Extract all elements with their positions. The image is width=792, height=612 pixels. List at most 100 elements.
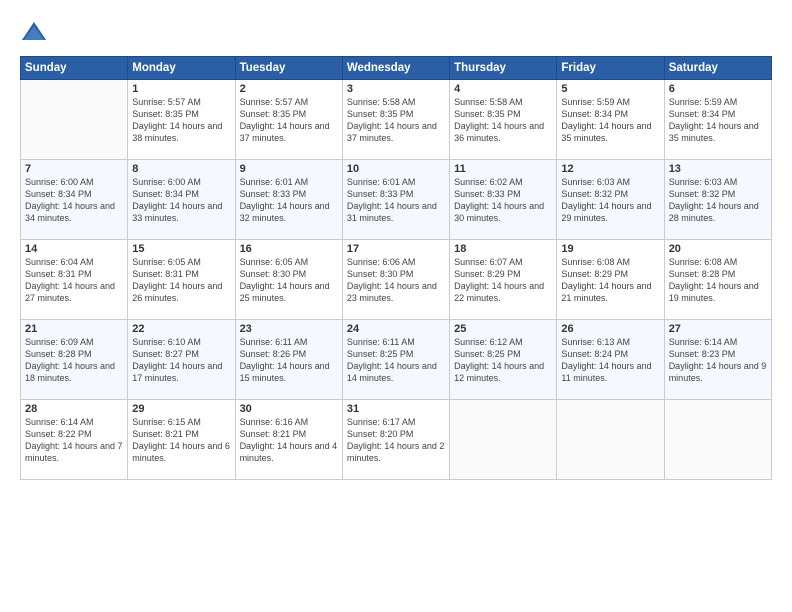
calendar-week-row: 28Sunrise: 6:14 AM Sunset: 8:22 PM Dayli… xyxy=(21,400,772,480)
calendar-cell: 18Sunrise: 6:07 AM Sunset: 8:29 PM Dayli… xyxy=(450,240,557,320)
weekday-header: Friday xyxy=(557,57,664,80)
calendar-week-row: 14Sunrise: 6:04 AM Sunset: 8:31 PM Dayli… xyxy=(21,240,772,320)
day-number: 24 xyxy=(347,323,445,335)
day-info: Sunrise: 5:58 AM Sunset: 8:35 PM Dayligh… xyxy=(347,96,445,145)
calendar-cell: 27Sunrise: 6:14 AM Sunset: 8:23 PM Dayli… xyxy=(664,320,771,400)
day-number: 27 xyxy=(669,323,767,335)
day-info: Sunrise: 6:05 AM Sunset: 8:30 PM Dayligh… xyxy=(240,256,338,305)
day-number: 10 xyxy=(347,163,445,175)
day-number: 3 xyxy=(347,83,445,95)
calendar-cell xyxy=(557,400,664,480)
calendar-cell: 14Sunrise: 6:04 AM Sunset: 8:31 PM Dayli… xyxy=(21,240,128,320)
calendar-cell: 12Sunrise: 6:03 AM Sunset: 8:32 PM Dayli… xyxy=(557,160,664,240)
day-info: Sunrise: 6:00 AM Sunset: 8:34 PM Dayligh… xyxy=(25,176,123,225)
calendar-week-row: 21Sunrise: 6:09 AM Sunset: 8:28 PM Dayli… xyxy=(21,320,772,400)
calendar-cell: 22Sunrise: 6:10 AM Sunset: 8:27 PM Dayli… xyxy=(128,320,235,400)
day-info: Sunrise: 6:00 AM Sunset: 8:34 PM Dayligh… xyxy=(132,176,230,225)
weekday-header-row: SundayMondayTuesdayWednesdayThursdayFrid… xyxy=(21,57,772,80)
day-number: 26 xyxy=(561,323,659,335)
day-info: Sunrise: 6:12 AM Sunset: 8:25 PM Dayligh… xyxy=(454,336,552,385)
calendar-cell: 10Sunrise: 6:01 AM Sunset: 8:33 PM Dayli… xyxy=(342,160,449,240)
calendar-cell: 4Sunrise: 5:58 AM Sunset: 8:35 PM Daylig… xyxy=(450,80,557,160)
calendar-cell: 11Sunrise: 6:02 AM Sunset: 8:33 PM Dayli… xyxy=(450,160,557,240)
calendar-cell xyxy=(21,80,128,160)
calendar-cell: 25Sunrise: 6:12 AM Sunset: 8:25 PM Dayli… xyxy=(450,320,557,400)
day-number: 5 xyxy=(561,83,659,95)
calendar-cell: 9Sunrise: 6:01 AM Sunset: 8:33 PM Daylig… xyxy=(235,160,342,240)
weekday-header: Thursday xyxy=(450,57,557,80)
day-number: 11 xyxy=(454,163,552,175)
day-info: Sunrise: 6:03 AM Sunset: 8:32 PM Dayligh… xyxy=(561,176,659,225)
day-number: 30 xyxy=(240,403,338,415)
day-number: 25 xyxy=(454,323,552,335)
calendar-cell xyxy=(664,400,771,480)
day-info: Sunrise: 6:08 AM Sunset: 8:29 PM Dayligh… xyxy=(561,256,659,305)
calendar-cell: 19Sunrise: 6:08 AM Sunset: 8:29 PM Dayli… xyxy=(557,240,664,320)
calendar-cell: 29Sunrise: 6:15 AM Sunset: 8:21 PM Dayli… xyxy=(128,400,235,480)
calendar-cell: 20Sunrise: 6:08 AM Sunset: 8:28 PM Dayli… xyxy=(664,240,771,320)
day-info: Sunrise: 6:04 AM Sunset: 8:31 PM Dayligh… xyxy=(25,256,123,305)
day-number: 7 xyxy=(25,163,123,175)
day-number: 29 xyxy=(132,403,230,415)
day-info: Sunrise: 6:07 AM Sunset: 8:29 PM Dayligh… xyxy=(454,256,552,305)
day-info: Sunrise: 6:06 AM Sunset: 8:30 PM Dayligh… xyxy=(347,256,445,305)
weekday-header: Wednesday xyxy=(342,57,449,80)
day-info: Sunrise: 5:59 AM Sunset: 8:34 PM Dayligh… xyxy=(561,96,659,145)
day-number: 20 xyxy=(669,243,767,255)
day-info: Sunrise: 6:14 AM Sunset: 8:22 PM Dayligh… xyxy=(25,416,123,465)
day-number: 2 xyxy=(240,83,338,95)
calendar-cell: 30Sunrise: 6:16 AM Sunset: 8:21 PM Dayli… xyxy=(235,400,342,480)
day-info: Sunrise: 6:08 AM Sunset: 8:28 PM Dayligh… xyxy=(669,256,767,305)
day-number: 1 xyxy=(132,83,230,95)
calendar-cell xyxy=(450,400,557,480)
page: SundayMondayTuesdayWednesdayThursdayFrid… xyxy=(0,0,792,612)
calendar-week-row: 7Sunrise: 6:00 AM Sunset: 8:34 PM Daylig… xyxy=(21,160,772,240)
calendar-cell: 15Sunrise: 6:05 AM Sunset: 8:31 PM Dayli… xyxy=(128,240,235,320)
calendar-cell: 5Sunrise: 5:59 AM Sunset: 8:34 PM Daylig… xyxy=(557,80,664,160)
day-info: Sunrise: 6:11 AM Sunset: 8:25 PM Dayligh… xyxy=(347,336,445,385)
day-info: Sunrise: 5:58 AM Sunset: 8:35 PM Dayligh… xyxy=(454,96,552,145)
day-number: 15 xyxy=(132,243,230,255)
calendar-cell: 3Sunrise: 5:58 AM Sunset: 8:35 PM Daylig… xyxy=(342,80,449,160)
day-info: Sunrise: 6:01 AM Sunset: 8:33 PM Dayligh… xyxy=(347,176,445,225)
calendar-cell: 1Sunrise: 5:57 AM Sunset: 8:35 PM Daylig… xyxy=(128,80,235,160)
day-number: 19 xyxy=(561,243,659,255)
weekday-header: Tuesday xyxy=(235,57,342,80)
weekday-header: Monday xyxy=(128,57,235,80)
day-number: 16 xyxy=(240,243,338,255)
calendar-cell: 7Sunrise: 6:00 AM Sunset: 8:34 PM Daylig… xyxy=(21,160,128,240)
day-info: Sunrise: 5:57 AM Sunset: 8:35 PM Dayligh… xyxy=(240,96,338,145)
day-info: Sunrise: 6:01 AM Sunset: 8:33 PM Dayligh… xyxy=(240,176,338,225)
day-number: 4 xyxy=(454,83,552,95)
day-number: 21 xyxy=(25,323,123,335)
day-info: Sunrise: 6:09 AM Sunset: 8:28 PM Dayligh… xyxy=(25,336,123,385)
calendar-week-row: 1Sunrise: 5:57 AM Sunset: 8:35 PM Daylig… xyxy=(21,80,772,160)
logo-icon xyxy=(20,18,48,46)
day-number: 12 xyxy=(561,163,659,175)
calendar-cell: 8Sunrise: 6:00 AM Sunset: 8:34 PM Daylig… xyxy=(128,160,235,240)
calendar-cell: 2Sunrise: 5:57 AM Sunset: 8:35 PM Daylig… xyxy=(235,80,342,160)
calendar-cell: 16Sunrise: 6:05 AM Sunset: 8:30 PM Dayli… xyxy=(235,240,342,320)
calendar-cell: 6Sunrise: 5:59 AM Sunset: 8:34 PM Daylig… xyxy=(664,80,771,160)
day-number: 28 xyxy=(25,403,123,415)
day-info: Sunrise: 5:57 AM Sunset: 8:35 PM Dayligh… xyxy=(132,96,230,145)
day-info: Sunrise: 6:13 AM Sunset: 8:24 PM Dayligh… xyxy=(561,336,659,385)
day-number: 9 xyxy=(240,163,338,175)
day-info: Sunrise: 5:59 AM Sunset: 8:34 PM Dayligh… xyxy=(669,96,767,145)
day-info: Sunrise: 6:14 AM Sunset: 8:23 PM Dayligh… xyxy=(669,336,767,385)
calendar-cell: 24Sunrise: 6:11 AM Sunset: 8:25 PM Dayli… xyxy=(342,320,449,400)
day-info: Sunrise: 6:15 AM Sunset: 8:21 PM Dayligh… xyxy=(132,416,230,465)
calendar-cell: 26Sunrise: 6:13 AM Sunset: 8:24 PM Dayli… xyxy=(557,320,664,400)
weekday-header: Saturday xyxy=(664,57,771,80)
day-number: 8 xyxy=(132,163,230,175)
day-info: Sunrise: 6:11 AM Sunset: 8:26 PM Dayligh… xyxy=(240,336,338,385)
day-number: 6 xyxy=(669,83,767,95)
day-number: 31 xyxy=(347,403,445,415)
day-number: 23 xyxy=(240,323,338,335)
day-number: 17 xyxy=(347,243,445,255)
calendar-cell: 23Sunrise: 6:11 AM Sunset: 8:26 PM Dayli… xyxy=(235,320,342,400)
calendar-cell: 13Sunrise: 6:03 AM Sunset: 8:32 PM Dayli… xyxy=(664,160,771,240)
weekday-header: Sunday xyxy=(21,57,128,80)
day-info: Sunrise: 6:03 AM Sunset: 8:32 PM Dayligh… xyxy=(669,176,767,225)
day-info: Sunrise: 6:02 AM Sunset: 8:33 PM Dayligh… xyxy=(454,176,552,225)
